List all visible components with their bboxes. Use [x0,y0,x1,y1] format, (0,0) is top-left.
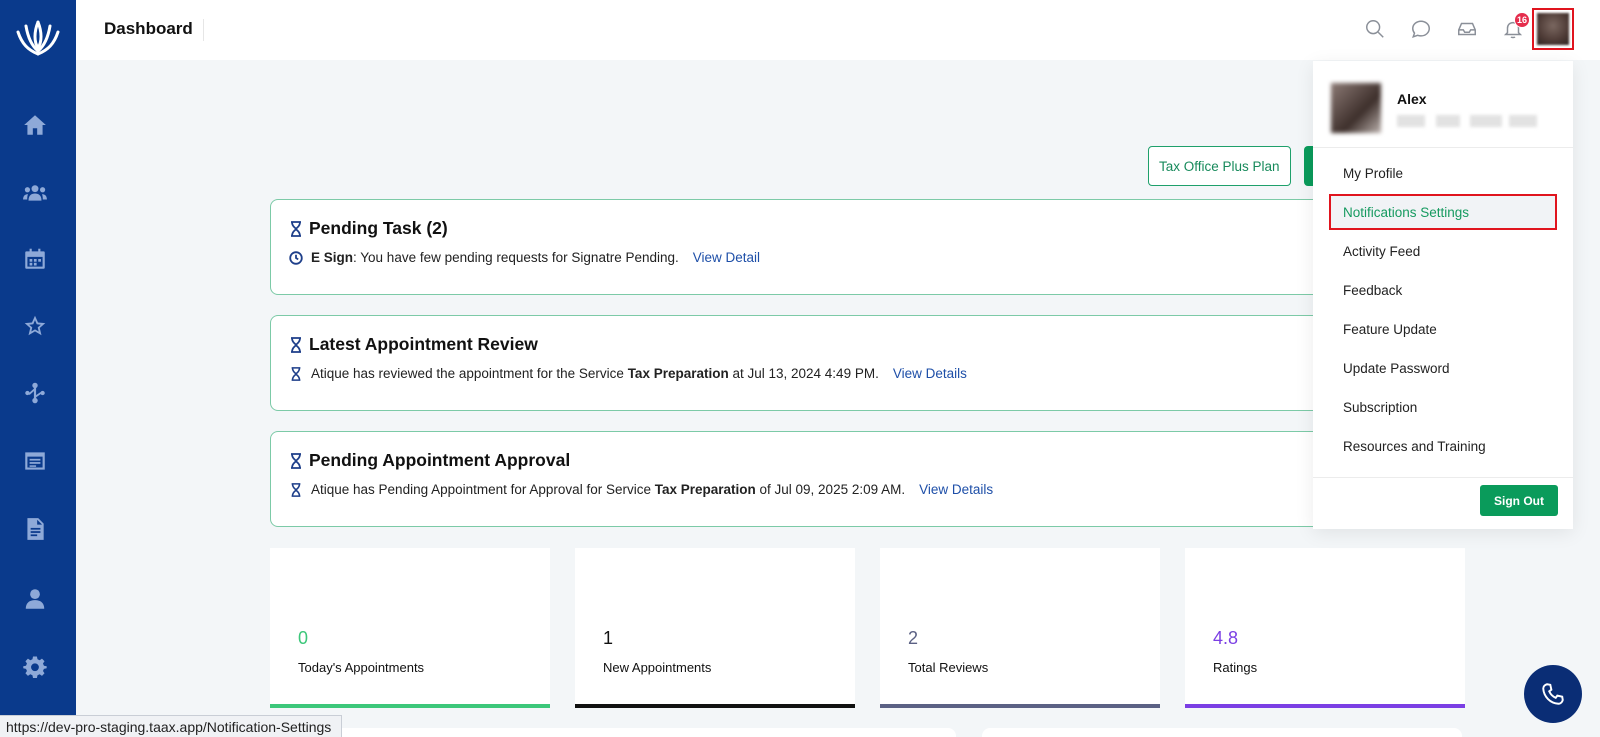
star-icon[interactable] [20,311,50,341]
menu-item-feedback[interactable]: Feedback [1329,272,1557,308]
menu-item-notifications-settings[interactable]: Notifications Settings [1329,194,1557,230]
calendar-icon[interactable] [20,244,50,274]
dropdown-user-info: Alex [1331,83,1537,133]
notification-count-badge: 16 [1514,12,1530,28]
user-avatar-button[interactable] [1532,8,1574,50]
stat-value: 0 [298,628,309,648]
stat-value: 1 [603,628,614,648]
latest-appointment-review-card: Latest Appointment Review Atique has rev… [270,315,1330,411]
profile-dropdown-menu: Alex My Profile Notifications Settings A… [1313,61,1573,529]
bottom-panel-left [270,728,956,737]
card-text: E Sign: You have few pending requests fo… [311,250,679,265]
user-email-blurred [1397,115,1537,127]
card-text: Atique has Pending Appointment for Appro… [311,482,906,497]
stat-todays-appointments[interactable]: 0 Today's Appointments [270,548,550,708]
stat-value: 4.8 [1213,628,1239,648]
card-text: Atique has reviewed the appointment for … [311,366,879,381]
clients-icon[interactable] [20,178,50,208]
divider [1313,477,1573,478]
pending-task-card: Pending Task (2) E Sign: You have few pe… [270,199,1330,295]
inbox-icon[interactable] [1454,16,1480,42]
user-name: Alex [1397,91,1427,107]
home-icon[interactable] [20,110,50,140]
view-detail-link[interactable]: View Detail [693,250,760,265]
sidebar [0,0,76,737]
hourglass-icon [291,482,301,497]
stat-accent-bar [1185,704,1465,708]
hourglass-icon [291,452,301,469]
call-button[interactable] [1524,665,1582,723]
clock-icon [289,250,303,265]
page-title: Dashboard [104,19,204,41]
stat-label: Today's Appointments [298,660,425,675]
stat-accent-bar [575,704,855,708]
pending-appointment-approval-card: Pending Appointment Approval Atique has … [270,431,1330,527]
user-icon[interactable] [20,584,50,614]
hourglass-icon [291,336,301,353]
sign-out-button[interactable]: Sign Out [1480,485,1558,516]
invoice-icon[interactable] [20,446,50,476]
status-bar-url: https://dev-pro-staging.taax.app/Notific… [0,715,343,737]
search-icon[interactable] [1362,16,1388,42]
avatar [1537,13,1569,45]
stat-total-reviews[interactable]: 2 Total Reviews [880,548,1160,708]
phone-icon [1542,683,1564,705]
hourglass-icon [291,366,301,381]
stat-ratings[interactable]: 4.8 Ratings [1185,548,1465,708]
divider [1313,147,1573,148]
menu-item-update-password[interactable]: Update Password [1329,350,1557,386]
view-details-link[interactable]: View Details [893,366,967,381]
menu-item-subscription[interactable]: Subscription [1329,389,1557,425]
chat-icon[interactable] [1408,16,1434,42]
stat-accent-bar [880,704,1160,708]
connections-icon[interactable] [20,378,50,408]
card-title: Pending Appointment Approval [309,450,571,470]
stat-label: Ratings [1213,660,1258,675]
menu-item-resources-and-training[interactable]: Resources and Training [1329,428,1557,464]
stat-new-appointments[interactable]: 1 New Appointments [575,548,855,708]
stat-label: Total Reviews [908,660,989,675]
stat-value: 2 [908,628,919,648]
top-bar: Dashboard 16 [76,0,1600,60]
app-logo-icon[interactable] [14,18,62,58]
card-title: Latest Appointment Review [309,334,538,354]
hourglass-icon [291,220,301,237]
tax-office-plan-button[interactable]: Tax Office Plus Plan [1148,146,1291,186]
stat-accent-bar [270,704,550,708]
stat-label: New Appointments [603,660,712,675]
settings-gear-icon[interactable] [20,652,50,682]
bell-icon[interactable]: 16 [1500,12,1530,42]
view-details-link[interactable]: View Details [919,482,993,497]
card-title: Pending Task (2) [309,218,448,238]
menu-item-feature-update[interactable]: Feature Update [1329,311,1557,347]
menu-item-activity-feed[interactable]: Activity Feed [1329,233,1557,269]
menu-item-my-profile[interactable]: My Profile [1329,155,1557,191]
document-icon[interactable] [20,514,50,544]
bottom-panel-right [982,728,1462,737]
avatar [1331,83,1381,133]
